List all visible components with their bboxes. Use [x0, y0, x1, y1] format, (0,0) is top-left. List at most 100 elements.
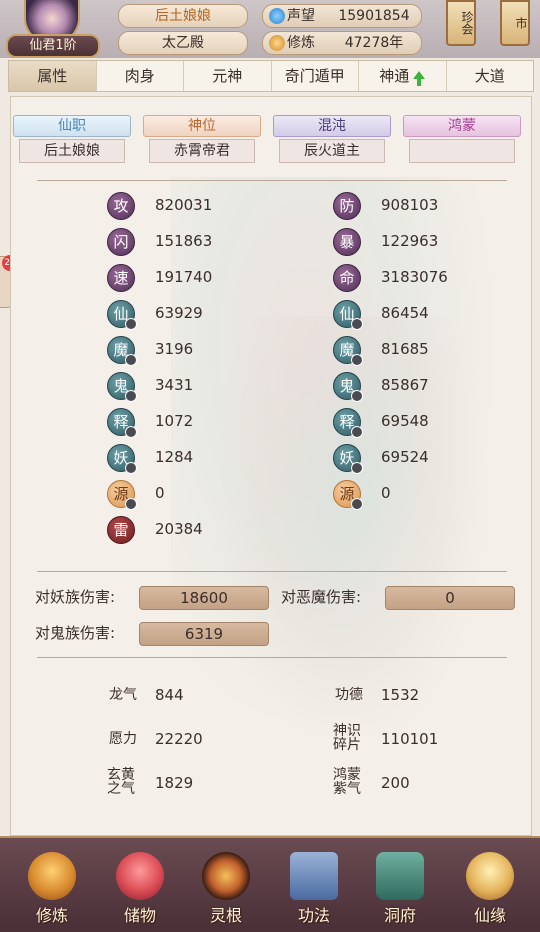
xuanhuang-qi-label: 玄黄之气	[107, 767, 135, 797]
nav-label: 仙缘	[473, 906, 506, 925]
yuan-icon: 源	[333, 480, 363, 510]
damage-vs-ghost-label: 对鬼族伤害:	[35, 624, 116, 642]
market-button[interactable]: 市	[500, 0, 530, 46]
reputation-label: 声望	[287, 8, 315, 24]
tab-powers[interactable]: 神通	[359, 61, 447, 91]
reputation-icon	[269, 8, 285, 24]
stat-value: 3431	[155, 376, 194, 394]
nav-storage[interactable]: 储物	[102, 846, 178, 930]
tab-label: 大道	[474, 67, 505, 85]
title-card-shenwei[interactable]: 神位 赤霄帝君	[143, 115, 261, 163]
player-avatar-block[interactable]: 仙君1阶	[6, 0, 100, 58]
soul-shard-label: 神识碎片	[333, 723, 361, 753]
merit-label: 功德	[335, 687, 363, 703]
sword-sub-icon	[125, 390, 137, 402]
cultivation-label: 修炼	[287, 35, 315, 51]
up-arrow-icon	[413, 71, 426, 86]
xian-icon: 仙	[333, 300, 363, 330]
title-card-xianzhi[interactable]: 仙职 后土娘娘	[13, 115, 131, 163]
yao-icon: 妖	[333, 444, 363, 474]
stat-value: 1284	[155, 448, 194, 466]
nav-techniques[interactable]: 功法	[276, 846, 352, 930]
title-card-hundun[interactable]: 混沌 辰火道主	[273, 115, 391, 163]
sword-sub-icon	[125, 426, 137, 438]
gui-icon: 鬼	[107, 372, 137, 402]
stat-value: 151863	[155, 232, 213, 250]
stat-value: 122963	[381, 232, 439, 250]
stat-value: 844	[155, 686, 184, 704]
damage-vs-yao-label: 对妖族伤害:	[35, 588, 116, 606]
hall-name: 太乙殿	[118, 31, 248, 55]
damage-vs-ghost-value: 6319	[139, 622, 269, 646]
nav-label: 洞府	[383, 906, 416, 925]
nav-label: 修炼	[35, 906, 68, 925]
stat-value: 200	[381, 774, 410, 792]
stat-value: 1829	[155, 774, 194, 792]
stat-value: 3196	[155, 340, 194, 358]
cultivation-value: 47278年	[344, 35, 404, 51]
player-name: 后土娘娘	[118, 4, 248, 28]
tab-attributes[interactable]: 属性	[9, 61, 97, 91]
tab-qimen[interactable]: 奇门遁甲	[272, 61, 359, 91]
stat-value: 1532	[381, 686, 420, 704]
treasure-shop-button[interactable]: 珍会	[446, 0, 476, 46]
stat-value: 191740	[155, 268, 213, 286]
tab-label: 元神	[212, 67, 243, 85]
divider	[37, 571, 507, 572]
attack-icon: 攻	[107, 192, 135, 220]
cultivation-pill: 修炼 47278年	[262, 31, 422, 55]
nav-label: 储物	[123, 906, 156, 925]
stat-value: 820031	[155, 196, 213, 214]
stat-value: 81685	[381, 340, 429, 358]
nav-cultivate[interactable]: 修炼	[14, 846, 90, 930]
shield-sub-icon	[351, 462, 363, 474]
damage-vs-demon-label: 对恶魔伤害:	[281, 588, 362, 606]
damage-vs-yao-value: 18600	[139, 586, 269, 610]
willpower-label: 愿力	[109, 731, 137, 747]
techniques-cabinet-icon	[290, 852, 338, 900]
hongmeng-qi-label: 鸿蒙紫气	[333, 767, 361, 797]
dragon-qi-label: 龙气	[109, 687, 137, 703]
sword-sub-icon	[125, 318, 137, 330]
tab-body[interactable]: 肉身	[97, 61, 184, 91]
thunder-icon: 雷	[107, 516, 135, 544]
stat-value: 69524	[381, 448, 429, 466]
shield-sub-icon	[351, 390, 363, 402]
stat-value: 3183076	[381, 268, 448, 286]
shield-sub-icon	[351, 318, 363, 330]
stat-value: 22220	[155, 730, 203, 748]
tab-label: 奇门遁甲	[284, 67, 345, 85]
nav-cave[interactable]: 洞府	[362, 846, 438, 930]
yao-icon: 妖	[107, 444, 137, 474]
tab-dao[interactable]: 大道	[447, 61, 534, 91]
stat-value: 0	[381, 484, 391, 502]
title-card-value: 后土娘娘	[19, 139, 125, 163]
tab-spirit[interactable]: 元神	[184, 61, 272, 91]
bottom-nav: 修炼 储物 灵根 功法 洞府 仙缘	[0, 836, 540, 932]
sword-sub-icon	[125, 354, 137, 366]
stat-value: 69548	[381, 412, 429, 430]
stat-value: 0	[155, 484, 165, 502]
tab-label: 属性	[37, 67, 68, 85]
shield-sub-icon	[351, 498, 363, 510]
shield-sub-icon	[351, 426, 363, 438]
top-header: 仙君1阶 后土娘娘 太乙殿 声望 15901854 修炼 47278年 珍会 市	[0, 0, 540, 58]
mo-icon: 魔	[333, 336, 363, 366]
nav-spirit-root[interactable]: 灵根	[188, 846, 264, 930]
stat-value: 85867	[381, 376, 429, 394]
stat-value: 110101	[381, 730, 439, 748]
title-card-head: 鸿蒙	[403, 115, 521, 137]
cultivate-icon	[28, 852, 76, 900]
title-card-head: 仙职	[13, 115, 131, 137]
spirit-root-icon	[202, 852, 250, 900]
defense-icon: 防	[333, 192, 361, 220]
stat-value: 63929	[155, 304, 203, 322]
shi-icon: 释	[107, 408, 137, 438]
gui-icon: 鬼	[333, 372, 363, 402]
title-card-head: 神位	[143, 115, 261, 137]
nav-fate[interactable]: 仙缘	[452, 846, 528, 930]
nav-label: 功法	[297, 906, 330, 925]
stat-value: 908103	[381, 196, 439, 214]
title-card-hongmeng[interactable]: 鸿蒙	[403, 115, 521, 163]
yuan-icon: 源	[107, 480, 137, 510]
